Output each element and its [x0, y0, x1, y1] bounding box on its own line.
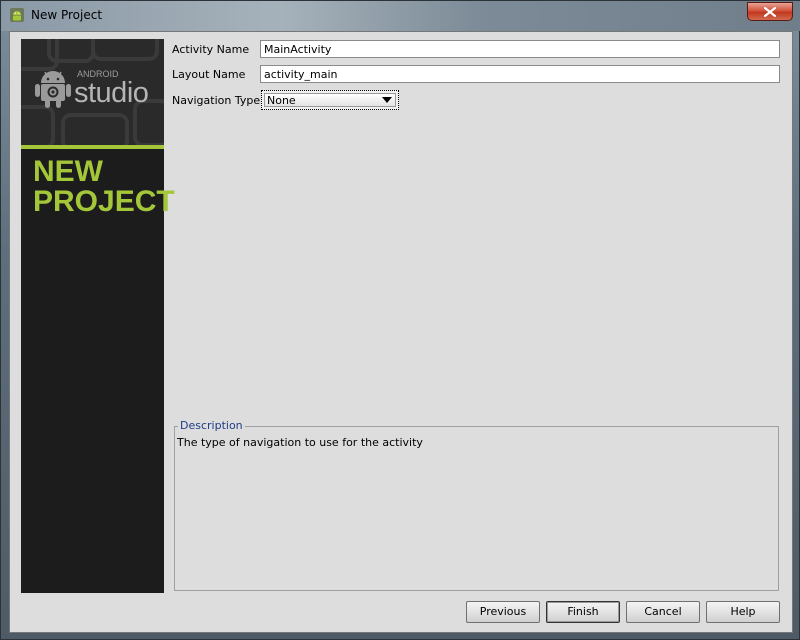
layout-name-label: Layout Name [172, 68, 246, 81]
wizard-banner: ANDROID studio NEW PROJECT [21, 39, 175, 593]
android-icon [9, 7, 25, 23]
description-group: Description The type of navigation to us… [174, 419, 779, 591]
dialog-client-area: ANDROID studio NEW PROJECT Activity Name… [9, 31, 793, 633]
chevron-down-icon [382, 97, 392, 103]
navigation-type-value: None [267, 94, 296, 107]
android-robot-icon [35, 71, 71, 108]
banner-logo-area: ANDROID studio [21, 39, 164, 145]
navigation-type-select-body: None [264, 93, 396, 107]
title-bar[interactable]: New Project [1, 1, 800, 31]
banner-heading: NEW PROJECT [33, 155, 175, 218]
close-button[interactable] [747, 2, 793, 21]
previous-button[interactable]: Previous [466, 601, 540, 623]
activity-name-field[interactable]: MainActivity [260, 40, 780, 58]
logo-studio-text: studio [74, 77, 149, 109]
activity-name-label: Activity Name [172, 43, 250, 56]
layout-name-field[interactable]: activity_main [260, 65, 780, 83]
navigation-type-label: Navigation Type [172, 94, 261, 107]
cancel-button[interactable]: Cancel [626, 601, 700, 623]
window-frame: New Project ANDROID studio NEW PROJECT A… [0, 0, 800, 640]
banner-heading-line1: NEW [33, 155, 103, 188]
finish-button[interactable]: Finish [546, 601, 620, 623]
description-text: The type of navigation to use for the ac… [177, 436, 423, 449]
close-icon [764, 7, 776, 17]
banner-accent-line [21, 145, 164, 149]
window-title: New Project [31, 8, 103, 22]
description-legend: Description [178, 419, 245, 432]
help-button[interactable]: Help [706, 601, 780, 623]
navigation-type-select[interactable]: None [261, 90, 399, 110]
banner-heading-line2: PROJECT [33, 185, 175, 218]
